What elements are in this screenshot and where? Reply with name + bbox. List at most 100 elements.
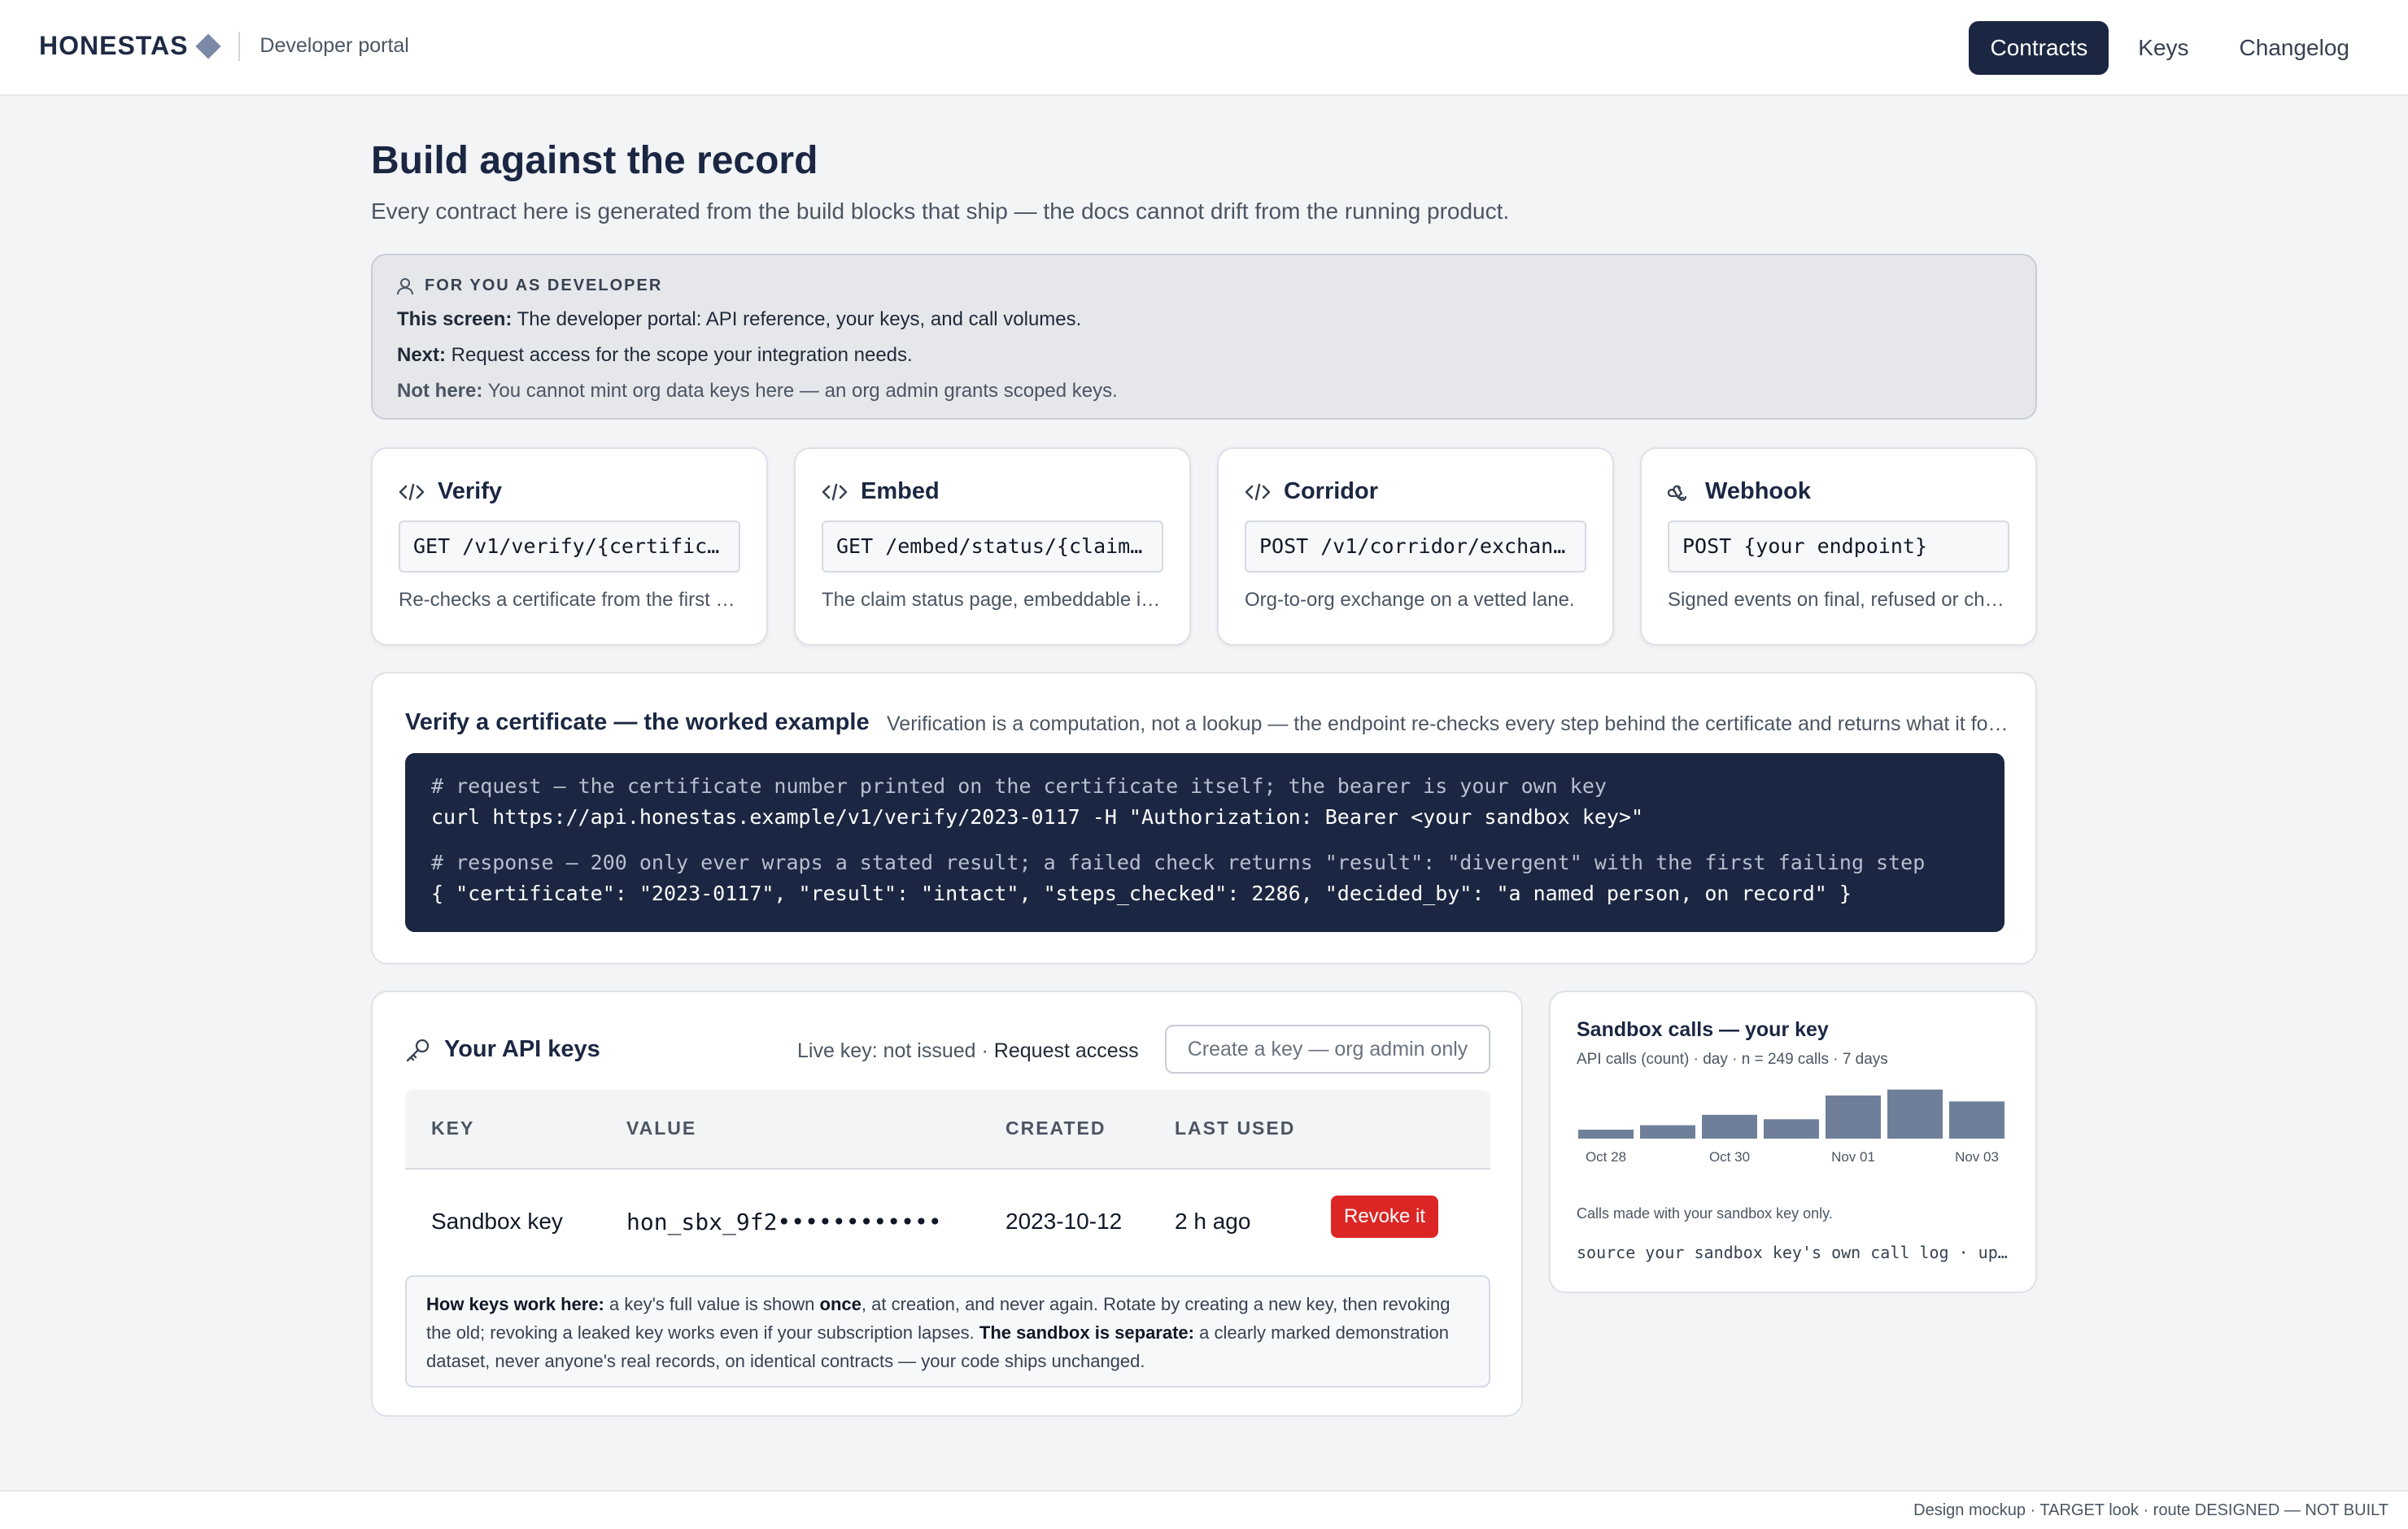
bar-nov-01 bbox=[1826, 1095, 1881, 1139]
keys-status: Live key: not issued · Request access bbox=[797, 1039, 1139, 1063]
worked-example-panel: Verify a certificate — the worked exampl… bbox=[371, 672, 2037, 965]
notice-not-text: You cannot mint org data keys here — an … bbox=[482, 380, 1118, 402]
endpoint-card-corridor[interactable]: Corridor POST /v1/corridor/exchange Org-… bbox=[1217, 447, 1614, 646]
notice-next-label: Next: bbox=[397, 344, 447, 366]
calls-title: Sandbox calls — your key bbox=[1577, 1018, 1829, 1041]
column-header-value: VALUE bbox=[626, 1117, 697, 1139]
response-line: { "certificate": "2023-0117", "result": … bbox=[431, 882, 1852, 905]
endpoint-title: Corridor bbox=[1284, 478, 1378, 504]
help-label-how: How keys work here: bbox=[426, 1294, 604, 1314]
endpoint-head: Webhook bbox=[1668, 478, 1811, 505]
keys-help-note: How keys work here: a key's full value i… bbox=[405, 1275, 1490, 1387]
response-comment: # response — 200 only ever wraps a state… bbox=[431, 851, 1926, 874]
calls-bar-chart: Oct 28 Oct 30 Nov 01 Nov 03 bbox=[1578, 1089, 2004, 1165]
example-note: Verification is a computation, not a loo… bbox=[887, 712, 2009, 735]
endpoint-description: Org-to-org exchange on a vetted lane. bbox=[1245, 589, 1575, 611]
developer-notice: FOR YOU AS DEVELOPER This screen: The de… bbox=[371, 254, 2037, 420]
diamond-logo-icon bbox=[195, 33, 221, 59]
endpoint-path[interactable]: GET /v1/verify/{certificate} bbox=[399, 521, 740, 573]
notice-next: Next: Request access for the scope your … bbox=[397, 344, 2011, 367]
key-icon bbox=[406, 1039, 430, 1061]
column-header-created: CREATED bbox=[1006, 1117, 1106, 1139]
help-text-a: a key's full value is shown bbox=[604, 1294, 820, 1314]
brand-name: HONESTAS bbox=[39, 31, 189, 60]
column-header-key: KEY bbox=[431, 1117, 475, 1139]
nav-keys[interactable]: Keys bbox=[2117, 21, 2210, 75]
notice-next-text: Request access for the scope your integr… bbox=[446, 344, 913, 366]
live-key-status: Live key: not issued · bbox=[797, 1039, 994, 1062]
bar-oct-30 bbox=[1702, 1114, 1757, 1139]
endpoint-title: Embed bbox=[861, 478, 940, 504]
code-icon bbox=[399, 483, 425, 500]
code-icon bbox=[1245, 483, 1271, 500]
x-tick-label: Nov 03 bbox=[1955, 1149, 1999, 1165]
notice-heading: FOR YOU AS DEVELOPER bbox=[425, 277, 663, 294]
endpoint-card-webhook[interactable]: Webhook POST {your endpoint} Signed even… bbox=[1640, 447, 2037, 646]
x-tick-label: Oct 30 bbox=[1709, 1149, 1750, 1165]
request-line: curl https://api.honestas.example/v1/ver… bbox=[431, 805, 1644, 829]
brand-divider bbox=[238, 31, 241, 61]
request-comment: # request — the certificate number print… bbox=[431, 774, 1607, 798]
code-icon bbox=[822, 483, 848, 500]
endpoint-head: Embed bbox=[822, 478, 940, 505]
sandbox-calls-panel: Sandbox calls — your key API calls (coun… bbox=[1549, 991, 2037, 1293]
page-title: Build against the record bbox=[371, 139, 818, 182]
x-tick-label: Oct 28 bbox=[1586, 1149, 1626, 1165]
user-icon bbox=[397, 277, 413, 294]
calls-footnote: Calls made with your sandbox key only. bbox=[1577, 1205, 1833, 1222]
endpoint-head: Verify bbox=[399, 478, 502, 505]
table-header: KEY VALUE CREATED LAST USED bbox=[405, 1090, 1490, 1170]
notice-not-label: Not here: bbox=[397, 380, 483, 402]
keys-heading: Your API keys bbox=[405, 1036, 600, 1063]
endpoint-card-embed[interactable]: Embed GET /embed/status/{claimRef} The c… bbox=[794, 447, 1191, 646]
endpoint-path[interactable]: POST {your endpoint} bbox=[1668, 521, 2009, 573]
brand[interactable]: HONESTAS Developer portal bbox=[39, 31, 409, 61]
notice-this-screen: This screen: The developer portal: API r… bbox=[397, 308, 2011, 331]
help-once: once bbox=[819, 1294, 862, 1314]
notice-this-text: The developer portal: API reference, you… bbox=[512, 308, 1082, 330]
x-tick-label: Nov 01 bbox=[1831, 1149, 1875, 1165]
request-access-link[interactable]: Request access bbox=[994, 1039, 1139, 1062]
key-name-cell: Sandbox key bbox=[431, 1209, 563, 1234]
key-last-used-cell: 2 h ago bbox=[1175, 1209, 1251, 1234]
calls-subtitle: API calls (count) · day · n = 249 calls … bbox=[1577, 1051, 1888, 1068]
create-key-button[interactable]: Create a key — org admin only bbox=[1165, 1025, 1490, 1074]
key-value-cell[interactable]: hon_sbx_9f2•••••••••••• bbox=[626, 1209, 942, 1235]
portal-label: Developer portal bbox=[260, 34, 409, 57]
bar-oct-29 bbox=[1640, 1125, 1695, 1139]
keys-title: Your API keys bbox=[444, 1036, 600, 1062]
endpoint-head: Corridor bbox=[1245, 478, 1378, 505]
notice-not-here: Not here: You cannot mint org data keys … bbox=[397, 380, 2011, 403]
revoke-key-button[interactable]: Revoke it bbox=[1331, 1196, 1439, 1238]
column-header-last-used: LAST USED bbox=[1175, 1117, 1296, 1139]
keys-table: KEY VALUE CREATED LAST USED Sandbox key … bbox=[405, 1090, 1490, 1252]
notice-heading-row: FOR YOU AS DEVELOPER bbox=[397, 277, 2011, 295]
api-keys-panel: Your API keys Live key: not issued · Req… bbox=[371, 991, 1523, 1417]
endpoint-card-verify[interactable]: Verify GET /v1/verify/{certificate} Re-c… bbox=[371, 447, 768, 646]
notice-this-label: This screen: bbox=[397, 308, 513, 330]
endpoint-title: Verify bbox=[438, 478, 502, 504]
endpoint-title: Webhook bbox=[1705, 478, 1811, 504]
calls-source: source your sandbox key's own call log ·… bbox=[1577, 1243, 2011, 1262]
code-gap bbox=[431, 833, 1978, 847]
footer-text: Design mockup · TARGET look · route DESI… bbox=[1913, 1501, 2388, 1519]
endpoint-description: Re-checks a certificate from the first s… bbox=[399, 589, 740, 611]
nav-changelog[interactable]: Changelog bbox=[2218, 21, 2371, 75]
endpoint-path[interactable]: GET /embed/status/{claimRef} bbox=[822, 521, 1163, 573]
endpoint-path[interactable]: POST /v1/corridor/exchange bbox=[1245, 521, 1586, 573]
key-created-cell: 2023-10-12 bbox=[1006, 1209, 1123, 1234]
top-bar: HONESTAS Developer portal Contracts Keys… bbox=[0, 0, 2408, 96]
endpoint-description: The claim status page, embeddable in you… bbox=[822, 589, 1163, 611]
bar-nov-03 bbox=[1949, 1101, 2004, 1139]
endpoint-description: Signed events on final, refused or chang… bbox=[1668, 589, 2009, 611]
example-title: Verify a certificate — the worked exampl… bbox=[405, 709, 870, 735]
bar-oct-31 bbox=[1764, 1119, 1819, 1139]
top-nav: Contracts Keys Changelog bbox=[1961, 21, 2371, 75]
nav-contracts[interactable]: Contracts bbox=[1969, 21, 2109, 75]
page-subtitle: Every contract here is generated from th… bbox=[371, 198, 1510, 224]
help-label-sandbox: The sandbox is separate: bbox=[979, 1322, 1194, 1343]
webhook-icon bbox=[1668, 485, 1687, 501]
code-block[interactable]: # request — the certificate number print… bbox=[405, 753, 2004, 932]
footer-bar: Design mockup · TARGET look · route DESI… bbox=[0, 1490, 2408, 1529]
bar-nov-02 bbox=[1887, 1089, 1943, 1139]
